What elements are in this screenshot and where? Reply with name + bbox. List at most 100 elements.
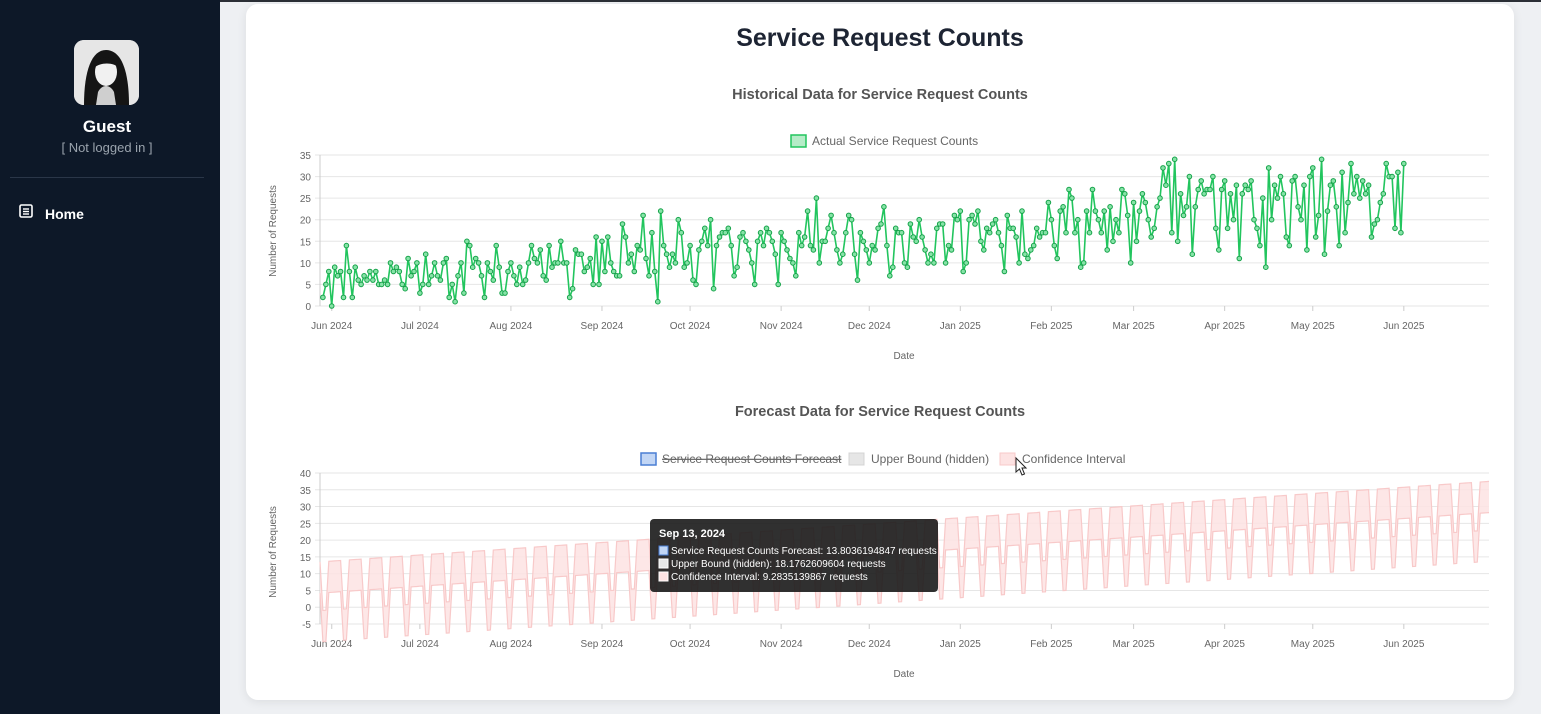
chart-1-data-point[interactable] bbox=[1189, 251, 1196, 257]
chart-1-data-point[interactable] bbox=[939, 221, 946, 227]
chart-1-data-point[interactable] bbox=[487, 268, 494, 275]
chart-1-data-point[interactable] bbox=[467, 242, 473, 249]
chart-1-data-point[interactable] bbox=[1230, 216, 1237, 223]
chart-1-data-point[interactable] bbox=[1019, 208, 1025, 214]
chart-1-data-point[interactable] bbox=[1327, 182, 1334, 188]
chart-1-data-point[interactable] bbox=[1330, 178, 1337, 184]
chart-1-data-point[interactable] bbox=[1348, 160, 1354, 167]
chart-1-data-point[interactable] bbox=[1195, 186, 1202, 193]
chart-1-data-point[interactable] bbox=[781, 238, 787, 245]
chart-1-data-point[interactable] bbox=[537, 247, 544, 253]
chart-2-legend-swatch-upper[interactable] bbox=[848, 452, 865, 466]
chart-1-data-point[interactable] bbox=[728, 242, 735, 249]
chart-1-data-point[interactable] bbox=[948, 247, 955, 253]
chart-1-data-point[interactable] bbox=[837, 260, 843, 266]
chart-1-data-point[interactable] bbox=[352, 264, 358, 271]
chart-1-data-point[interactable] bbox=[1218, 186, 1225, 193]
chart-1-data-point[interactable] bbox=[1122, 191, 1128, 197]
chart-1-data-point[interactable] bbox=[1130, 199, 1137, 206]
chart-1-data-point[interactable] bbox=[1380, 191, 1387, 197]
chart-1-data-point[interactable] bbox=[1351, 191, 1357, 197]
chart-1-data-point[interactable] bbox=[464, 238, 470, 245]
chart-1-data-point[interactable] bbox=[813, 195, 820, 201]
chart-1-data-point[interactable] bbox=[1092, 208, 1099, 214]
chart-1-data-point[interactable] bbox=[1304, 247, 1310, 253]
chart-2-legend-swatch-forecast[interactable] bbox=[640, 452, 657, 466]
chart-2-legend-label-forecast[interactable]: Service Request Counts Forecast bbox=[662, 452, 842, 466]
chart-1-data-point[interactable] bbox=[340, 294, 347, 301]
chart-1-data-point[interactable] bbox=[1221, 178, 1228, 184]
chart-1-data-point[interactable] bbox=[440, 260, 447, 266]
chart-1-data-point[interactable] bbox=[1119, 186, 1125, 193]
chart-1-data-point[interactable] bbox=[425, 281, 432, 288]
chart-1-data-point[interactable] bbox=[872, 247, 878, 253]
chart-1-data-point[interactable] bbox=[1016, 260, 1022, 266]
chart-1-data-point[interactable] bbox=[746, 247, 752, 253]
chart-1-data-point[interactable] bbox=[992, 216, 999, 223]
chart-1-data-point[interactable] bbox=[1260, 195, 1266, 201]
chart-2-legend-label-confidence[interactable]: Confidence Interval bbox=[1022, 452, 1125, 466]
chart-1-data-point[interactable] bbox=[443, 255, 450, 262]
chart-1-data-point[interactable] bbox=[1066, 186, 1072, 193]
chart-1-data-point[interactable] bbox=[402, 285, 408, 292]
chart-1-data-point[interactable] bbox=[690, 277, 696, 283]
chart-1-data-point[interactable] bbox=[1157, 195, 1163, 201]
chart-1-data-point[interactable] bbox=[1254, 225, 1260, 232]
chart-1-data-point[interactable] bbox=[1110, 238, 1116, 245]
chart-1-data-point[interactable] bbox=[631, 268, 638, 275]
chart-1-data-point[interactable] bbox=[778, 229, 784, 236]
chart-1-data-point[interactable] bbox=[684, 260, 690, 266]
chart-1-data-point[interactable] bbox=[1339, 169, 1345, 176]
chart-1-data-point[interactable] bbox=[878, 221, 884, 227]
chart-1-data-point[interactable] bbox=[1151, 225, 1158, 232]
chart-1-data-point[interactable] bbox=[1186, 173, 1193, 180]
chart-1-data-point[interactable] bbox=[337, 268, 344, 275]
chart-1-data-point[interactable] bbox=[355, 277, 361, 283]
chart-1-data-point[interactable] bbox=[696, 247, 702, 253]
chart-1-data-point[interactable] bbox=[502, 290, 508, 296]
chart-1-data-point[interactable] bbox=[516, 264, 523, 271]
chart-1-data-point[interactable] bbox=[1166, 160, 1172, 167]
chart-1-data-point[interactable] bbox=[884, 242, 890, 249]
chart-1-data-point[interactable] bbox=[1077, 264, 1084, 271]
chart-1-data-point[interactable] bbox=[1207, 186, 1213, 193]
chart-1-data-point[interactable] bbox=[857, 229, 864, 236]
chart-1-data-point[interactable] bbox=[898, 229, 905, 236]
chart-1-data-point[interactable] bbox=[373, 268, 379, 275]
chart-1-data-point[interactable] bbox=[334, 273, 341, 279]
chart-1-data-point[interactable] bbox=[331, 264, 338, 271]
chart-1-data-point[interactable] bbox=[687, 242, 693, 249]
chart-1-data-point[interactable] bbox=[804, 208, 811, 214]
chart-1-data-point[interactable] bbox=[634, 242, 641, 249]
chart-1-data-point[interactable] bbox=[381, 277, 388, 283]
chart-1-data-point[interactable] bbox=[704, 242, 711, 249]
chart-1-data-point[interactable] bbox=[358, 281, 364, 288]
chart-1-data-point[interactable] bbox=[610, 268, 617, 275]
chart-1-data-point[interactable] bbox=[986, 229, 993, 236]
chart-1-data-point[interactable] bbox=[1257, 242, 1263, 249]
chart-1-data-point[interactable] bbox=[787, 255, 793, 262]
chart-1-data-point[interactable] bbox=[1160, 165, 1166, 171]
chart-1-data-point[interactable] bbox=[414, 260, 420, 266]
chart-1-data-point[interactable] bbox=[531, 255, 538, 262]
chart-1-data-point[interactable] bbox=[422, 251, 429, 257]
chart-1-data-point[interactable] bbox=[737, 234, 743, 240]
chart-1-data-point[interactable] bbox=[622, 234, 629, 240]
chart-1-data-point[interactable] bbox=[1080, 260, 1087, 266]
chart-1-data-point[interactable] bbox=[1362, 191, 1369, 197]
chart-1-data-point[interactable] bbox=[370, 277, 376, 283]
chart-1-data-point[interactable] bbox=[1030, 242, 1037, 249]
chart-1-data-point[interactable] bbox=[446, 294, 452, 301]
chart-1-data-point[interactable] bbox=[508, 260, 514, 266]
chart-1-data-point[interactable] bbox=[1389, 173, 1395, 180]
chart-1-data-point[interactable] bbox=[663, 251, 670, 257]
chart-1-data-point[interactable] bbox=[1057, 208, 1064, 214]
chart-1-data-point[interactable] bbox=[572, 247, 579, 253]
chart-1-data-point[interactable] bbox=[801, 234, 808, 240]
chart-1-data-point[interactable] bbox=[1242, 182, 1249, 188]
chart-1-data-point[interactable] bbox=[1133, 238, 1140, 245]
chart-1-data-point[interactable] bbox=[1318, 156, 1325, 163]
chart-1-data-point[interactable] bbox=[323, 281, 329, 288]
chart-1-data-point[interactable] bbox=[725, 225, 732, 232]
chart-1-data-point[interactable] bbox=[754, 238, 761, 245]
